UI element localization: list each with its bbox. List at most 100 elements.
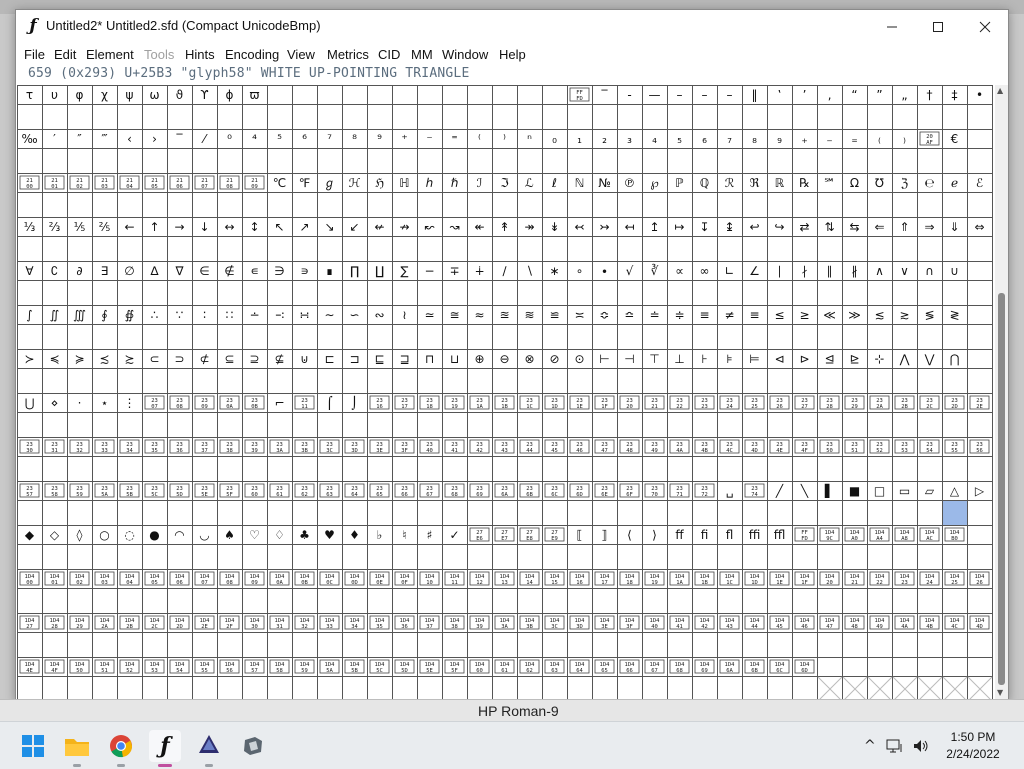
- glyph-cell[interactable]: [717, 324, 743, 350]
- glyph-cell[interactable]: [392, 148, 418, 174]
- glyph-cell[interactable]: [842, 588, 868, 614]
- glyph-cell[interactable]: [517, 148, 543, 174]
- glyph-cell[interactable]: [392, 104, 418, 130]
- glyph-cell[interactable]: [67, 192, 93, 218]
- glyph-cell[interactable]: [592, 148, 618, 174]
- glyph-cell[interactable]: [117, 632, 143, 658]
- glyph-cell[interactable]: [667, 148, 693, 174]
- glyph-cell[interactable]: [42, 368, 68, 394]
- glyph-cell[interactable]: [317, 236, 343, 262]
- glyph-cell[interactable]: [667, 412, 693, 438]
- glyph-cell[interactable]: [592, 104, 618, 130]
- glyph-cell[interactable]: [517, 588, 543, 614]
- glyph-cell[interactable]: [592, 368, 618, 394]
- menu-help[interactable]: Help: [499, 47, 526, 62]
- glyph-cell[interactable]: [192, 676, 218, 700]
- glyph-cell[interactable]: [17, 544, 43, 570]
- glyph-cell[interactable]: [92, 588, 118, 614]
- glyph-cell[interactable]: [142, 500, 168, 526]
- glyph-cell[interactable]: [642, 456, 668, 482]
- glyph-cell[interactable]: [742, 192, 768, 218]
- glyph-cell[interactable]: [317, 148, 343, 174]
- glyph-cell[interactable]: [842, 632, 868, 658]
- glyph-cell[interactable]: [742, 632, 768, 658]
- glyph-cell[interactable]: [67, 632, 93, 658]
- taskbar-clock[interactable]: 1:50 PM 2/24/2022: [938, 729, 1008, 763]
- glyph-cell[interactable]: [392, 588, 418, 614]
- glyph-cell[interactable]: [567, 192, 593, 218]
- glyph-cell[interactable]: [142, 544, 168, 570]
- glyph-cell[interactable]: [517, 324, 543, 350]
- glyph-cell[interactable]: [942, 324, 968, 350]
- glyph-cell[interactable]: [392, 280, 418, 306]
- glyph-cell[interactable]: [492, 544, 518, 570]
- glyph-cell[interactable]: [642, 588, 668, 614]
- glyph-cell[interactable]: [642, 236, 668, 262]
- glyph-cell[interactable]: [217, 280, 243, 306]
- glyph-cell[interactable]: [217, 456, 243, 482]
- glyph-cell[interactable]: [542, 500, 568, 526]
- glyph-cell[interactable]: [17, 676, 43, 700]
- glyph-cell[interactable]: [367, 236, 393, 262]
- windows-start-button[interactable]: [17, 730, 49, 762]
- glyph-cell[interactable]: [892, 588, 918, 614]
- glyph-cell[interactable]: [667, 368, 693, 394]
- glyph-cell[interactable]: [142, 588, 168, 614]
- glyph-cell[interactable]: [142, 192, 168, 218]
- glyph-cell[interactable]: [417, 412, 443, 438]
- glyph-cell[interactable]: [867, 412, 893, 438]
- glyph-cell[interactable]: [542, 456, 568, 482]
- glyph-cell[interactable]: [467, 192, 493, 218]
- glyph-cell[interactable]: [717, 588, 743, 614]
- glyph-cell[interactable]: [917, 104, 943, 130]
- glyph-cell[interactable]: [792, 148, 818, 174]
- glyph-cell[interactable]: [442, 544, 468, 570]
- glyph-cell[interactable]: [792, 544, 818, 570]
- glyph-cell[interactable]: [942, 544, 968, 570]
- glyph-cell[interactable]: [867, 500, 893, 526]
- glyph-cell[interactable]: [92, 236, 118, 262]
- glyph-cell[interactable]: [167, 280, 193, 306]
- glyph-cell[interactable]: [592, 192, 618, 218]
- glyph-cell[interactable]: [592, 500, 618, 526]
- glyph-cell[interactable]: [792, 236, 818, 262]
- glyph-cell[interactable]: [892, 456, 918, 482]
- glyph-cell[interactable]: [17, 280, 43, 306]
- glyph-cell[interactable]: [867, 544, 893, 570]
- glyph-cell[interactable]: [542, 236, 568, 262]
- glyph-cell[interactable]: [542, 368, 568, 394]
- glyph-cell[interactable]: [167, 412, 193, 438]
- glyph-cell[interactable]: [192, 412, 218, 438]
- glyph-cell[interactable]: [942, 500, 968, 526]
- glyph-cell[interactable]: [242, 324, 268, 350]
- glyph-cell[interactable]: [717, 500, 743, 526]
- glyph-cell[interactable]: [817, 280, 843, 306]
- glyph-cell[interactable]: [917, 324, 943, 350]
- glyph-cell[interactable]: [17, 104, 43, 130]
- glyph-cell[interactable]: [742, 676, 768, 700]
- glyph-cell[interactable]: [417, 104, 443, 130]
- glyph-cell[interactable]: [217, 632, 243, 658]
- glyph-cell[interactable]: [867, 588, 893, 614]
- glyph-cell[interactable]: [567, 148, 593, 174]
- glyph-cell[interactable]: [17, 588, 43, 614]
- glyph-cell[interactable]: [92, 368, 118, 394]
- glyph-cell[interactable]: [517, 236, 543, 262]
- glyph-cell[interactable]: [517, 544, 543, 570]
- glyph-cell[interactable]: [467, 544, 493, 570]
- glyph-cell[interactable]: [567, 236, 593, 262]
- glyph-cell[interactable]: [767, 632, 793, 658]
- glyph-cell[interactable]: [242, 368, 268, 394]
- glyph-cell[interactable]: [17, 236, 43, 262]
- glyph-cell[interactable]: [742, 280, 768, 306]
- glyph-cell[interactable]: [242, 280, 268, 306]
- glyph-cell[interactable]: [692, 500, 718, 526]
- glyph-cell[interactable]: [242, 148, 268, 174]
- vertical-scrollbar[interactable]: ▲ ▼: [995, 85, 1008, 699]
- glyph-cell[interactable]: [217, 104, 243, 130]
- glyph-cell[interactable]: [192, 368, 218, 394]
- glyph-cell[interactable]: [117, 368, 143, 394]
- glyph-cell[interactable]: [967, 236, 993, 262]
- glyph-cell[interactable]: [692, 236, 718, 262]
- glyph-cell[interactable]: [492, 368, 518, 394]
